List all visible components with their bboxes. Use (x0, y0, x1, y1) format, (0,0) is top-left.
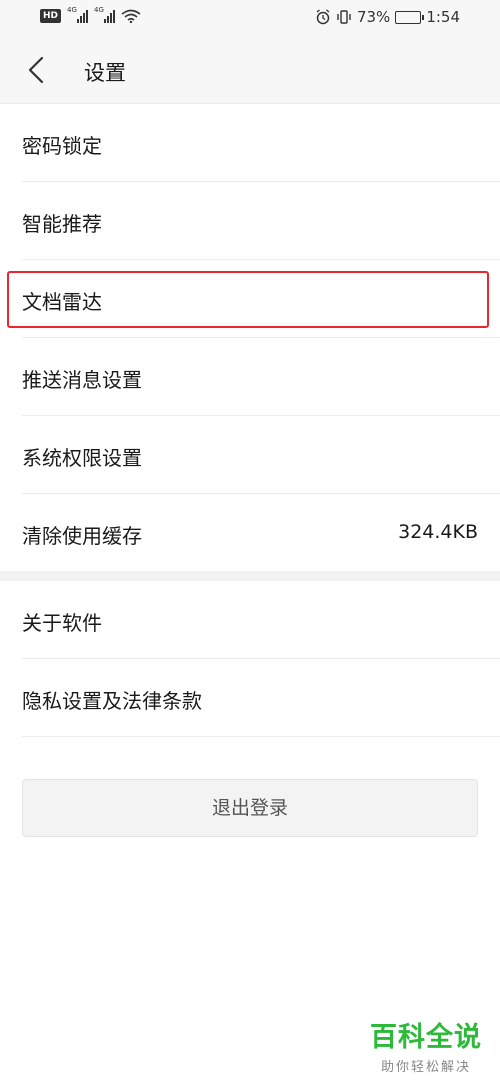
settings-item-system-permissions[interactable]: 系统权限设置 (22, 416, 500, 494)
settings-item-clear-cache[interactable]: 清除使用缓存 324.4KB (22, 494, 500, 572)
signal-strength-icon-2: 4G (94, 6, 116, 23)
watermark-title: 百科全说 (370, 1022, 482, 1053)
cache-size-value: 324.4KB (398, 521, 478, 543)
battery-icon (395, 10, 425, 24)
settings-item-label: 关于软件 (22, 611, 102, 635)
settings-item-label: 隐私设置及法律条款 (22, 689, 202, 713)
settings-group-1: 密码锁定 智能推荐 文档雷达 推送消息设置 系统权限设置 清除使用缓存 324.… (0, 104, 500, 572)
settings-item-privacy-legal[interactable]: 隐私设置及法律条款 (22, 659, 500, 737)
watermark: 百科全说 助你轻松解决 (370, 1022, 482, 1075)
status-right: 73% 1:54 (315, 8, 460, 26)
settings-item-password-lock[interactable]: 密码锁定 (22, 104, 500, 182)
chevron-left-icon[interactable] (22, 55, 52, 85)
watermark-subtitle: 助你轻松解决 (380, 1060, 471, 1075)
settings-item-label: 智能推荐 (22, 212, 102, 236)
settings-item-label: 文档雷达 (22, 290, 102, 314)
battery-percent: 73% (356, 8, 391, 26)
vibrate-icon (337, 10, 351, 24)
network-type-label: 4G (67, 6, 77, 14)
wifi-icon (121, 9, 141, 23)
app-header: 设置 (0, 38, 500, 104)
section-divider (0, 571, 500, 581)
hd-badge: HD (40, 9, 62, 23)
status-bar: HD 4G 4G 73% 1:54 (0, 0, 500, 38)
network-type-label-2: 4G (94, 6, 104, 14)
logout-button[interactable]: 退出登录 (22, 779, 478, 837)
status-left: HD 4G 4G (40, 6, 141, 23)
settings-item-about[interactable]: 关于软件 (22, 581, 500, 659)
settings-item-label: 系统权限设置 (22, 446, 142, 470)
settings-screen: HD 4G 4G 73% 1:54 设置 密码锁定 智能推荐 文档雷达 推送消息… (0, 0, 500, 1083)
settings-item-document-radar[interactable]: 文档雷达 (22, 260, 500, 338)
settings-item-smart-recommend[interactable]: 智能推荐 (22, 182, 500, 260)
alarm-icon (316, 9, 330, 25)
settings-item-push-notifications[interactable]: 推送消息设置 (22, 338, 500, 416)
page-title: 设置 (84, 61, 126, 85)
settings-item-label: 清除使用缓存 (22, 524, 142, 548)
clock: 1:54 (426, 8, 460, 26)
signal-strength-icon: 4G (67, 6, 89, 23)
settings-group-2: 关于软件 隐私设置及法律条款 (0, 581, 500, 737)
settings-item-label: 推送消息设置 (22, 368, 142, 392)
settings-item-label: 密码锁定 (22, 134, 102, 158)
